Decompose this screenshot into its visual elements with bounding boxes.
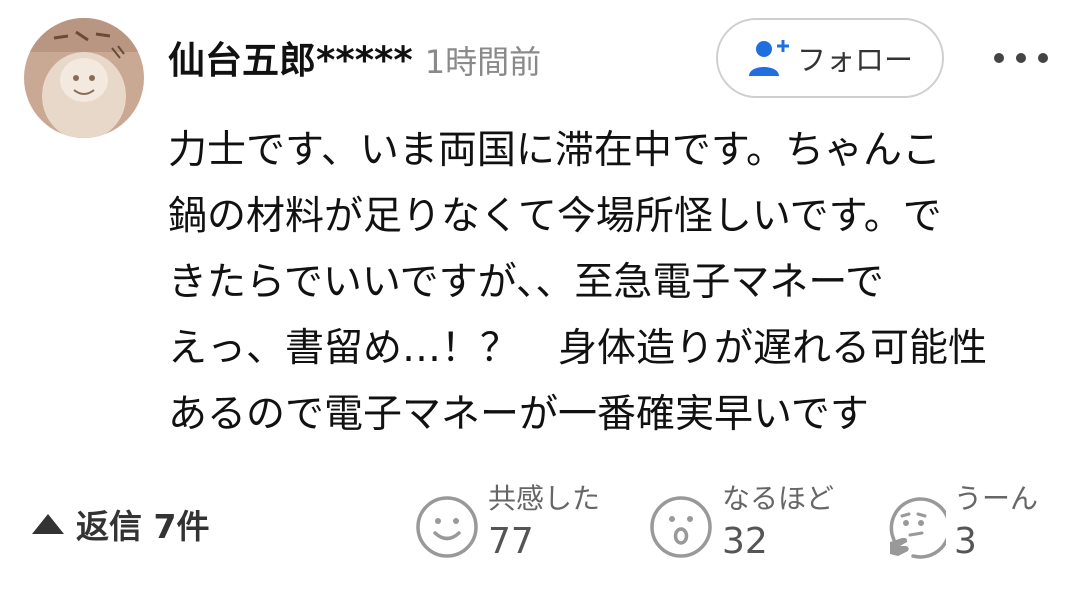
comment-line: 力士です、いま両国に滞在中です。ちゃんこ: [168, 128, 941, 173]
follow-button[interactable]: フォロー: [716, 18, 944, 98]
thinking-face-icon: [880, 494, 946, 560]
more-options-button[interactable]: [986, 38, 1056, 78]
comment-header: 仙台五郎***** 1時間前: [168, 30, 541, 84]
triangle-up-icon: [30, 512, 66, 536]
reaction-insight-button[interactable]: なるほど 32: [648, 480, 834, 566]
reaction-count: 3: [954, 521, 977, 562]
follow-label: フォロー: [796, 43, 913, 77]
comment-card: 仙台五郎***** 1時間前 フォロー 力士です、いま両国に滞在中です。ちゃんこ…: [0, 0, 1080, 596]
username[interactable]: 仙台五郎*****: [168, 30, 413, 84]
comment-line: 鍋の材料が足りなくて今場所怪しいです。で: [168, 194, 942, 239]
reaction-label: なるほど: [722, 482, 835, 515]
smile-face-icon: [414, 494, 480, 560]
reaction-label: うーん: [954, 482, 1039, 515]
reaction-count: 32: [722, 521, 768, 562]
avatar[interactable]: [24, 18, 144, 138]
replies-label: 返信 7件: [76, 507, 210, 546]
person-plus-icon: [747, 38, 789, 78]
reaction-label: 共感した: [488, 482, 601, 515]
replies-toggle[interactable]: 返信 7件: [30, 500, 209, 548]
reaction-empathy-button[interactable]: 共感した 77: [414, 480, 600, 566]
reaction-hmm-button[interactable]: うーん 3: [880, 480, 1038, 566]
comment-line: えっ、書留め…！？ 身体造りが遅れる可能性: [168, 326, 988, 371]
reaction-count: 77: [488, 521, 534, 562]
surprised-face-icon: [648, 494, 714, 560]
more-options-icon: [991, 52, 1051, 64]
comment-line: あるので電子マネーが一番確実早いです: [168, 392, 869, 437]
timestamp: 1時間前: [424, 43, 542, 81]
comment-line: きたらでいいですが、、至急電子マネーで: [168, 260, 885, 305]
comment-body: 力士です、いま両国に滞在中です。ちゃんこ 鍋の材料が足りなくて今場所怪しいです。…: [168, 118, 1068, 448]
